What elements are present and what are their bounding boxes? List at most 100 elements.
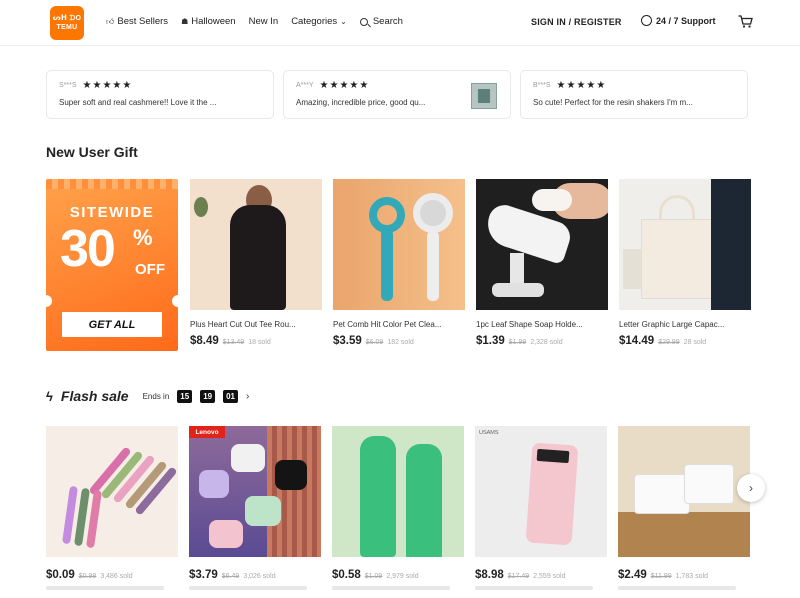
review-text: Super soft and real cashmere!! Love it t… [59, 98, 217, 107]
product-price: $0.58 [332, 569, 361, 581]
nav-label: Search [372, 16, 403, 27]
product-image[interactable] [332, 426, 464, 557]
review-user: A***Y [296, 82, 314, 89]
product-name[interactable]: Letter Graphic Large Capac... [619, 320, 751, 329]
nav-categories[interactable]: Categories ⌄ [291, 16, 347, 27]
sold-progress-bar [475, 586, 593, 590]
original-price: $11.99 [650, 573, 672, 580]
nav-new-in[interactable]: New In [249, 16, 279, 27]
nav-label: Halloween [191, 16, 236, 27]
original-price: $29.99 [658, 339, 680, 346]
star-rating: ★★★★★ [319, 80, 370, 91]
timer-minutes: 19 [200, 389, 216, 403]
product-price: $0.09 [46, 569, 75, 581]
nav-halloween[interactable]: ☗ Halloween [181, 16, 236, 27]
product-price: $3.79 [189, 569, 218, 581]
original-price: $1.09 [364, 573, 383, 580]
product-card[interactable]: Letter Graphic Large Capac... $14.49 $29… [619, 179, 751, 347]
nav-label: New In [248, 16, 279, 27]
carousel-next-button[interactable]: › [737, 474, 765, 502]
product-card[interactable]: $0.58 $1.09 2,979 sold [332, 426, 464, 590]
cart-icon[interactable] [738, 15, 753, 28]
brand-logo: USAMS [479, 430, 499, 436]
flash-sale-header: ϟ Flash sale Ends in 15 19 01 › [46, 388, 249, 404]
chevron-right-icon[interactable]: › [246, 391, 249, 402]
brand-logo: Lenovo [189, 426, 225, 438]
sold-count: 2,559 sold [533, 573, 566, 580]
product-image[interactable] [190, 179, 322, 310]
thumbs-up-icon: 👍︎ [106, 16, 115, 26]
product-name[interactable]: Plus Heart Cut Out Tee Rou... [190, 320, 322, 329]
signin-register-link[interactable]: SIGN IN / REGISTER [531, 17, 622, 27]
product-card[interactable]: Lenovo $3.79 $6.49 3,026 sold [189, 426, 321, 590]
sold-progress-bar [618, 586, 736, 590]
search-icon [359, 17, 368, 26]
sold-count: 2,328 sold [530, 339, 563, 346]
top-header: ᔕᕼ ᗪO TEMU 👍︎ Best Sellers ☗ Halloween N… [0, 0, 800, 46]
chevron-down-icon: ⌄ [340, 17, 347, 26]
product-image[interactable] [618, 426, 750, 557]
get-all-button[interactable]: GET ALL [62, 312, 162, 337]
product-image[interactable] [333, 179, 465, 310]
product-name[interactable]: 1pc Leaf Shape Soap Holde... [476, 320, 608, 329]
support-link[interactable]: 24 / 7 Support [641, 15, 716, 26]
new-user-gift-title: New User Gift [46, 144, 138, 160]
star-rating: ★★★★★ [556, 80, 607, 91]
nav-label: Categories [291, 16, 338, 27]
nav-label: Best Sellers [117, 16, 169, 27]
sold-count: 3,026 sold [243, 573, 276, 580]
review-photo[interactable] [471, 83, 497, 109]
promo-percent-sign: % [133, 225, 153, 250]
nav-best-sellers[interactable]: 👍︎ Best Sellers [106, 16, 168, 27]
sold-count: 28 sold [683, 339, 707, 346]
logo-line2: TEMU [56, 24, 78, 31]
ends-in-label: Ends in [142, 391, 170, 401]
product-card[interactable]: Plus Heart Cut Out Tee Rou... $8.49 $13.… [190, 179, 322, 347]
flash-sale-products: $0.09 $0.98 3,486 sold Lenovo $3.79 $6.4… [46, 426, 750, 590]
original-price: $13.49 [222, 339, 245, 346]
product-name[interactable]: Pet Comb Hit Color Pet Clea... [333, 320, 465, 329]
temu-logo[interactable]: ᔕᕼ ᗪO TEMU [50, 6, 84, 40]
product-image[interactable]: Lenovo [189, 426, 321, 557]
product-image[interactable] [619, 179, 751, 310]
new-user-products: Plus Heart Cut Out Tee Rou... $8.49 $13.… [190, 179, 751, 347]
product-image[interactable] [476, 179, 608, 310]
product-price: $8.98 [475, 569, 504, 581]
review-user: S***S [59, 82, 77, 89]
product-image[interactable]: USAMS [475, 426, 607, 557]
nav-search[interactable]: Search [359, 16, 403, 27]
product-card[interactable]: Pet Comb Hit Color Pet Clea... $3.59 $6.… [333, 179, 465, 347]
support-label: 24 / 7 Support [656, 15, 716, 26]
review-strip: S***S ★★★★★ Super soft and real cashmere… [46, 70, 748, 119]
logo-line1: ᔕᕼ ᗪO [52, 15, 82, 22]
review-text: So cute! Perfect for the resin shakers I… [533, 98, 693, 107]
sold-count: 1,783 sold [675, 573, 708, 580]
sold-count: 182 sold [387, 339, 414, 346]
product-price: $3.59 [333, 335, 362, 347]
product-price: $14.49 [619, 335, 655, 347]
review-card[interactable]: A***Y ★★★★★ Amazing, incredible price, g… [283, 70, 511, 119]
sold-progress-bar [332, 586, 450, 590]
original-price: $1.99 [508, 339, 527, 346]
timer-seconds: 01 [223, 389, 238, 403]
product-card[interactable]: $0.09 $0.98 3,486 sold [46, 426, 178, 590]
original-price: $6.09 [365, 339, 384, 346]
review-user: B***S [533, 82, 551, 89]
product-card[interactable]: USAMS $8.98 $17.49 2,559 sold [475, 426, 607, 590]
ghost-icon: ☗ [181, 17, 189, 26]
support-icon [641, 15, 652, 26]
product-card[interactable]: $2.49 $11.99 1,783 sold [618, 426, 750, 590]
star-rating: ★★★★★ [82, 80, 133, 91]
original-price: $17.49 [507, 573, 530, 580]
review-text: Amazing, incredible price, good qu... [296, 98, 426, 107]
flash-sale-title[interactable]: Flash sale [61, 388, 129, 404]
sitewide-promo-banner[interactable]: SITEWIDE 30 % OFF GET ALL [46, 179, 178, 351]
review-card[interactable]: B***S ★★★★★ So cute! Perfect for the res… [520, 70, 748, 119]
product-card[interactable]: 1pc Leaf Shape Soap Holde... $1.39 $1.99… [476, 179, 608, 347]
main-nav: 👍︎ Best Sellers ☗ Halloween New In Categ… [106, 16, 403, 27]
original-price: $6.49 [221, 573, 240, 580]
lightning-icon: ϟ [46, 388, 53, 404]
product-image[interactable] [46, 426, 178, 557]
review-card[interactable]: S***S ★★★★★ Super soft and real cashmere… [46, 70, 274, 119]
promo-percent: 30 [60, 220, 116, 278]
